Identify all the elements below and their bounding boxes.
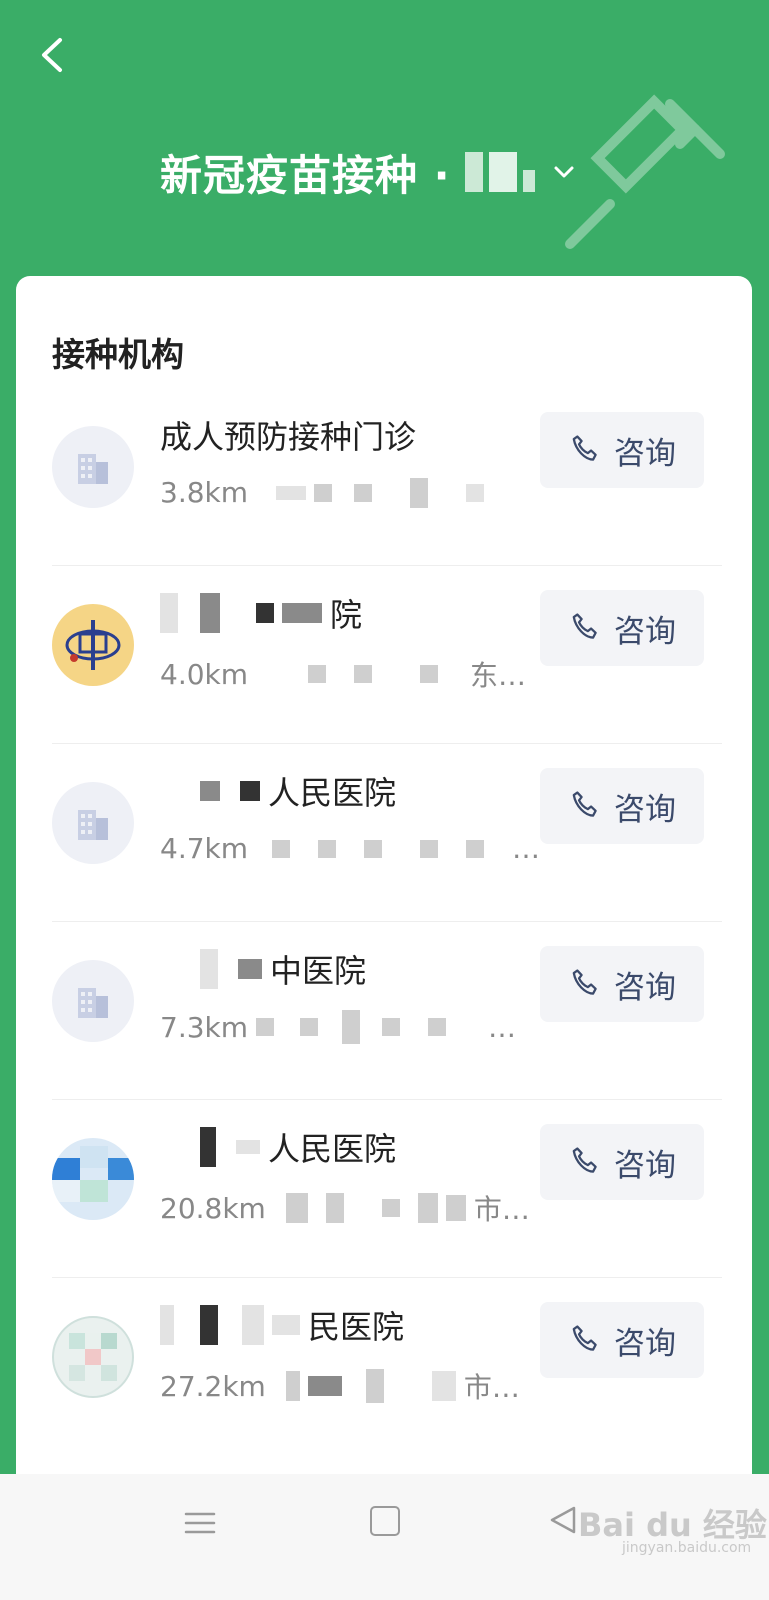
triangle-back-icon[interactable] — [548, 1504, 578, 1536]
phone-icon — [572, 791, 597, 817]
building-icon — [52, 426, 134, 508]
region-name-redacted — [464, 152, 535, 192]
distance: 3.8km — [160, 476, 249, 509]
baidu-watermark-url: jingyan.baidu.com — [622, 1540, 752, 1556]
institution-meta: 3.8km — [160, 476, 485, 509]
distance: 20.8km — [160, 1191, 266, 1225]
phone-icon — [572, 1147, 597, 1173]
header-bar: 新冠疫苗接种 · — [0, 0, 769, 280]
list-item[interactable]: 院 4.0km 东… 咨询 — [52, 566, 722, 744]
institution-name: 人民医院 — [160, 768, 396, 814]
consult-label: 咨询 — [614, 435, 676, 472]
consult-button[interactable]: 咨询 — [540, 412, 704, 488]
chevron-down-icon[interactable] — [549, 157, 579, 187]
institution-name: 院 — [160, 590, 362, 636]
institution-list: 成人预防接种门诊 3.8km 咨询 院 4.0km 东… 咨询 人民医院 4.7… — [52, 388, 722, 1455]
back-icon[interactable] — [28, 30, 78, 80]
menu-icon[interactable] — [182, 1508, 218, 1538]
distance: 4.7km — [160, 832, 249, 865]
institution-name: 中医院 — [160, 946, 366, 992]
institution-name: 成人预防接种门诊 — [160, 418, 417, 456]
institution-meta: 7.3km … — [160, 1010, 517, 1044]
phone-icon — [572, 435, 597, 461]
phone-icon — [572, 613, 597, 639]
consult-button[interactable]: 咨询 — [540, 590, 704, 666]
consult-button[interactable]: 咨询 — [540, 768, 704, 844]
list-item[interactable]: 中医院 7.3km … 咨询 — [52, 922, 722, 1100]
list-item[interactable]: 成人预防接种门诊 3.8km 咨询 — [52, 388, 722, 566]
hospital-logo — [52, 1138, 134, 1220]
square-home-icon[interactable] — [370, 1506, 400, 1536]
hospital-logo — [52, 1316, 134, 1398]
consult-label: 咨询 — [614, 791, 676, 828]
building-icon — [52, 782, 134, 864]
phone-icon — [572, 1325, 597, 1351]
system-nav-bar: Bai du 经验 jingyan.baidu.com — [0, 1474, 769, 1600]
section-title: 接种机构 — [52, 335, 184, 374]
institution-name: 民医院 — [160, 1302, 404, 1348]
distance: 27.2km — [160, 1369, 266, 1403]
institution-meta: 20.8km 市… — [160, 1191, 530, 1227]
list-item[interactable]: 民医院 27.2km 市… 咨询 — [52, 1278, 722, 1455]
institution-meta: 4.0km 东… — [160, 657, 527, 693]
consult-label: 咨询 — [614, 969, 676, 1006]
consult-label: 咨询 — [614, 613, 676, 650]
title-region[interactable]: 新冠疫苗接种 · — [160, 142, 579, 202]
list-item[interactable]: 人民医院 20.8km 市… 咨询 — [52, 1100, 722, 1278]
consult-button[interactable]: 咨询 — [540, 946, 704, 1022]
list-item[interactable]: 人民医院 4.7km … 咨询 — [52, 744, 722, 922]
phone-icon — [572, 969, 597, 995]
consult-label: 咨询 — [614, 1325, 676, 1362]
distance: 4.0km — [160, 657, 249, 691]
institution-card: 接种机构 成人预防接种门诊 3.8km 咨询 院 4.0km 东… 咨询 人民医… — [16, 276, 752, 1526]
institution-meta: 27.2km 市… — [160, 1369, 520, 1404]
building-icon — [52, 960, 134, 1042]
consult-label: 咨询 — [614, 1147, 676, 1184]
page-title: 新冠疫苗接种 · — [160, 150, 451, 200]
institution-meta: 4.7km … — [160, 832, 541, 865]
consult-button[interactable]: 咨询 — [540, 1302, 704, 1378]
distance: 7.3km — [160, 1010, 249, 1044]
hospital-logo — [52, 604, 134, 686]
institution-name: 人民医院 — [160, 1124, 396, 1170]
consult-button[interactable]: 咨询 — [540, 1124, 704, 1200]
